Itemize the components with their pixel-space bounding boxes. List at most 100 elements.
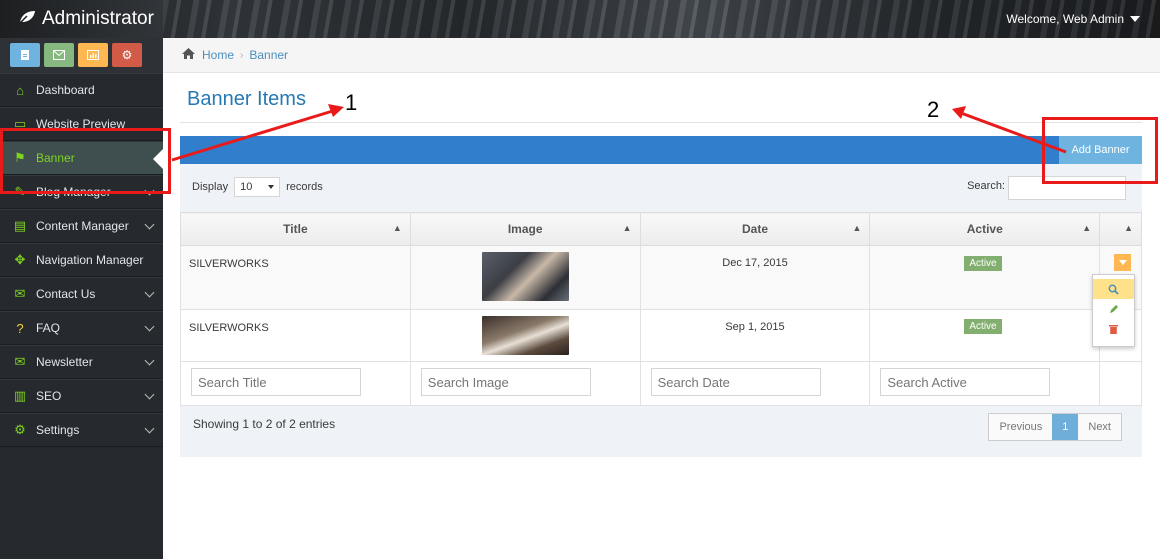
previous-page-button[interactable]: Previous <box>989 414 1052 440</box>
edit-action[interactable] <box>1093 299 1134 319</box>
column-header-title[interactable]: Title ▲ <box>180 212 411 246</box>
envelope-icon <box>53 50 65 60</box>
sidebar-item-dashboard[interactable]: ⌂ Dashboard <box>0 73 163 107</box>
shortcut-chart-button[interactable] <box>78 43 108 67</box>
sidebar-item-contact-us[interactable]: ✉ Contact Us <box>0 277 163 311</box>
sort-icon: ▲ <box>392 223 402 233</box>
date-cell: Dec 17, 2015 <box>639 245 871 310</box>
chart-icon: ▥ <box>13 388 27 403</box>
shortcut-file-button[interactable] <box>10 43 40 67</box>
active-cell: Active <box>869 245 1101 310</box>
caret-down-icon <box>268 185 275 189</box>
breadcrumb-separator-icon: › <box>240 49 244 61</box>
sidebar-item-label: Navigation Manager <box>36 253 144 267</box>
next-page-button[interactable]: Next <box>1078 414 1121 440</box>
sidebar-item-navigation-manager[interactable]: ✥ Navigation Manager <box>0 243 163 277</box>
annotation-box-add-banner <box>1042 117 1158 184</box>
table-row[interactable]: SILVERWORKS Dec 17, 2015 Active <box>180 245 1142 310</box>
banner-thumbnail[interactable] <box>481 316 569 355</box>
sidebar-item-newsletter[interactable]: ✉ Newsletter <box>0 345 163 379</box>
user-menu[interactable]: Welcome, Web Admin <box>1006 12 1140 26</box>
chevron-down-icon <box>144 389 155 400</box>
search-title-input[interactable] <box>191 368 361 396</box>
trash-icon <box>1109 325 1118 334</box>
filter-cell <box>1099 361 1142 406</box>
sidebar-item-settings[interactable]: ⚙ Settings <box>0 413 163 447</box>
sort-icon: ▲ <box>1082 223 1092 233</box>
sidebar-item-label: Settings <box>36 423 80 437</box>
column-header-image[interactable]: Image ▲ <box>409 212 641 246</box>
filter-cell <box>409 361 641 406</box>
file-icon: ▤ <box>13 218 27 233</box>
sidebar-item-label: FAQ <box>36 321 61 335</box>
caret-down-icon <box>1130 16 1140 22</box>
table-header-row: Title ▲ Image ▲ Date ▲ Active ▲ ▲ <box>180 212 1142 246</box>
annotation-arrowhead-2 <box>952 106 966 119</box>
sidebar-item-label: Content Manager <box>36 219 129 233</box>
brand-label: Administrator <box>42 8 154 29</box>
breadcrumb: Home › Banner <box>163 38 1160 73</box>
sidebar-item-faq[interactable]: ? FAQ <box>0 311 163 345</box>
search-image-input[interactable] <box>420 368 591 396</box>
records-label: records <box>286 181 323 193</box>
sidebar-item-label: Dashboard <box>36 83 95 97</box>
sidebar-item-content-manager[interactable]: ▤ Content Manager <box>0 209 163 243</box>
home-icon: ⌂ <box>16 82 24 98</box>
annotation-number-1: 1 <box>345 90 358 115</box>
column-header-actions[interactable]: ▲ <box>1099 212 1142 246</box>
view-action[interactable] <box>1093 279 1134 299</box>
leaf-icon <box>18 8 36 30</box>
chevron-down-icon <box>144 287 155 298</box>
sidebar-item-label: SEO <box>36 389 62 403</box>
table-row[interactable]: SILVERWORKS Sep 1, 2015 Active <box>180 309 1142 362</box>
breadcrumb-current[interactable]: Banner <box>249 48 288 62</box>
column-header-active[interactable]: Active ▲ <box>869 212 1101 246</box>
filter-cell <box>180 361 411 406</box>
zoom-icon <box>1108 284 1119 295</box>
search-label: Search: <box>967 180 1005 192</box>
page-1-button[interactable]: 1 <box>1052 414 1079 440</box>
filter-cell <box>639 361 871 406</box>
image-cell <box>409 245 641 310</box>
sort-icon: ▲ <box>852 223 862 233</box>
breadcrumb-home-link[interactable]: Home <box>202 48 234 62</box>
search-date-input[interactable] <box>650 368 821 396</box>
sort-icon: ▲ <box>622 223 632 233</box>
active-cell: Active <box>869 309 1101 362</box>
column-header-label: Active <box>966 222 1003 236</box>
page-length-value: 10 <box>240 181 253 193</box>
annotation-number-2: 2 <box>927 97 940 122</box>
welcome-text: Welcome, Web Admin <box>1006 12 1124 26</box>
chevron-down-icon <box>144 355 155 366</box>
page-length-select[interactable]: 10 <box>234 177 281 197</box>
title-cell: SILVERWORKS <box>180 309 411 362</box>
title-cell: SILVERWORKS <box>180 245 411 310</box>
sidebar-item-seo[interactable]: ▥ SEO <box>0 379 163 413</box>
sidebar-item-label: Contact Us <box>36 287 96 301</box>
column-header-label: Title <box>283 222 308 236</box>
chart-icon <box>87 50 99 60</box>
envelope-icon: ✉ <box>14 286 26 301</box>
status-badge: Active <box>964 319 1002 334</box>
question-icon: ? <box>16 320 24 336</box>
delete-action[interactable] <box>1093 319 1134 339</box>
shortcut-settings-button[interactable]: ⚙ <box>112 43 142 67</box>
pagination: Previous 1 Next <box>988 413 1122 441</box>
annotation-box-banner <box>0 128 171 194</box>
pencil-icon <box>1109 305 1118 313</box>
brand[interactable]: Administrator <box>18 8 154 30</box>
caret-down-icon <box>1118 260 1127 265</box>
table-header-bar <box>180 136 1142 164</box>
banner-thumbnail[interactable] <box>481 252 569 301</box>
date-cell: Sep 1, 2015 <box>639 309 871 362</box>
column-header-label: Image <box>507 222 543 236</box>
sidebar-shortcuts: ⚙ <box>0 38 163 73</box>
sidebar: ⚙ ⌂ Dashboard ▭ Website Preview ⚑ Banner ✎ Blog… <box>0 38 163 559</box>
envelope-icon: ✉ <box>14 354 26 369</box>
shortcut-mail-button[interactable] <box>44 43 74 67</box>
row-actions-toggle[interactable] <box>1114 254 1131 271</box>
page-length-control: Display 10 records <box>192 177 323 197</box>
search-active-input[interactable] <box>880 368 1051 396</box>
column-header-date[interactable]: Date ▲ <box>639 212 871 246</box>
filter-row <box>180 361 1142 406</box>
